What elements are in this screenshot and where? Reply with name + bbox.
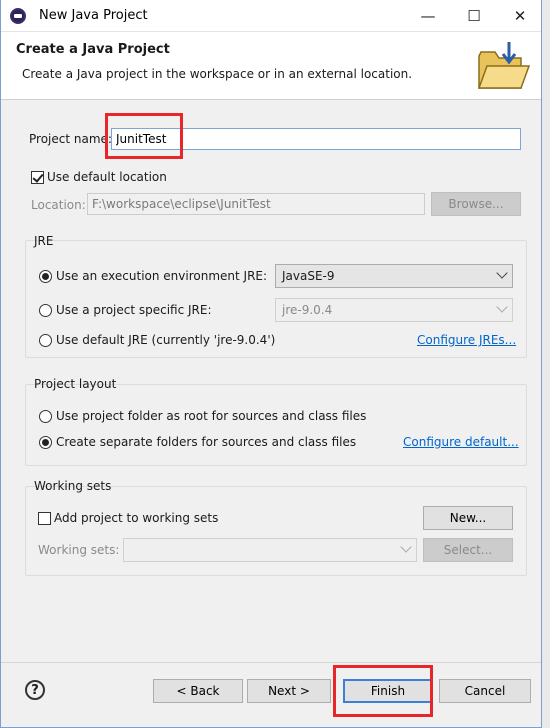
configure-default-link[interactable]: Configure default... bbox=[403, 435, 519, 449]
select-working-sets-button[interactable]: Select... bbox=[423, 538, 513, 562]
cancel-button[interactable]: Cancel bbox=[439, 679, 531, 703]
project-name-label: Project name: bbox=[29, 132, 112, 146]
jre-group-title: JRE bbox=[34, 234, 54, 248]
jre-specific-value: jre-9.0.4 bbox=[282, 303, 333, 317]
java-project-folder-icon bbox=[477, 42, 531, 89]
chevron-down-icon bbox=[496, 267, 508, 279]
configure-jres-link[interactable]: Configure JREs... bbox=[417, 333, 516, 347]
jre-specific-label: Use a project specific JRE: bbox=[56, 303, 212, 317]
layout-separate-label: Create separate folders for sources and … bbox=[56, 435, 357, 449]
chevron-down-icon bbox=[400, 541, 412, 553]
new-working-set-button[interactable]: New... bbox=[423, 506, 513, 530]
project-name-input[interactable] bbox=[111, 128, 521, 150]
use-default-location-checkbox[interactable] bbox=[31, 171, 44, 184]
working-sets-group-title: Working sets bbox=[34, 479, 112, 493]
wizard-title: Create a Java Project bbox=[16, 42, 170, 57]
finish-button[interactable]: Finish bbox=[343, 679, 433, 703]
browse-button[interactable]: Browse... bbox=[431, 192, 521, 216]
wizard-header: Create a Java Project Create a Java proj… bbox=[1, 32, 541, 100]
jre-default-label: Use default JRE (currently 'jre-9.0.4') bbox=[56, 333, 276, 347]
layout-separate-radio[interactable] bbox=[39, 436, 52, 449]
minimize-button[interactable]: — bbox=[405, 0, 451, 31]
project-layout-group bbox=[25, 384, 527, 466]
jre-specific-radio[interactable] bbox=[39, 304, 52, 317]
wizard-description: Create a Java project in the workspace o… bbox=[22, 67, 413, 81]
add-to-working-sets-label: Add project to working sets bbox=[54, 511, 219, 525]
close-button[interactable]: ✕ bbox=[497, 0, 543, 31]
maximize-button[interactable]: ☐ bbox=[451, 0, 497, 31]
next-button[interactable]: Next > bbox=[247, 679, 331, 703]
jre-env-label: Use an execution environment JRE: bbox=[56, 269, 268, 283]
working-sets-select[interactable] bbox=[123, 538, 417, 562]
layout-root-label: Use project folder as root for sources a… bbox=[56, 409, 367, 423]
add-to-working-sets-checkbox[interactable] bbox=[38, 512, 51, 525]
working-sets-group bbox=[25, 486, 527, 576]
use-default-location-label: Use default location bbox=[47, 170, 167, 184]
location-input[interactable] bbox=[87, 193, 425, 215]
help-icon[interactable]: ? bbox=[25, 680, 45, 700]
jre-env-select[interactable]: JavaSE-9 bbox=[275, 264, 513, 288]
layout-root-radio[interactable] bbox=[39, 410, 52, 423]
title-bar: New Java Project — ☐ ✕ bbox=[1, 0, 541, 32]
chevron-down-icon bbox=[496, 301, 508, 313]
jre-env-value: JavaSE-9 bbox=[282, 269, 335, 283]
jre-env-radio[interactable] bbox=[39, 270, 52, 283]
footer-separator bbox=[1, 662, 541, 663]
jre-specific-select[interactable]: jre-9.0.4 bbox=[275, 298, 513, 322]
jre-default-radio[interactable] bbox=[39, 334, 52, 347]
project-layout-group-title: Project layout bbox=[34, 377, 117, 391]
window-title: New Java Project bbox=[39, 8, 148, 23]
location-label: Location: bbox=[31, 198, 86, 212]
back-button[interactable]: < Back bbox=[153, 679, 243, 703]
new-java-project-dialog: New Java Project — ☐ ✕ Create a Java Pro… bbox=[0, 0, 542, 728]
working-sets-label: Working sets: bbox=[38, 543, 120, 557]
eclipse-icon bbox=[10, 8, 26, 24]
